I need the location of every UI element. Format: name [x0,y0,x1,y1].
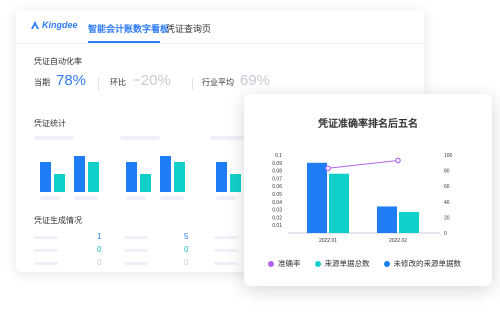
y-left-tick-label: 0.07 [272,176,282,182]
metric-mom-label: 环比 [110,78,126,87]
accuracy-point [395,157,401,164]
metric-mom: 环比 −20% [110,72,171,89]
placeholder-line [214,249,238,252]
legend-item-unmodified[interactable]: 未修改的来源单据数 [383,258,462,269]
y-left-tick-label: 0.1 [275,153,282,159]
x-tick-label: 2022.02 [389,238,407,244]
gen-value: 5 [184,232,189,241]
y-right-tick-label: 20 [444,215,450,221]
mini-bar [230,174,241,192]
metric-current: 当期 78% [34,72,86,89]
mini-bar [74,156,85,192]
gen-value: 0 [184,258,189,267]
y-left-tick-label: 0.09 [272,161,282,167]
y-left-tick-label: 0.04 [272,200,282,206]
y-left-tick-label: 0.08 [272,169,282,175]
mini-bar [54,174,65,192]
placeholder-line [124,236,148,239]
bar-total [399,211,419,233]
y-right-tick-label: 40 [444,200,450,206]
metric-industry: 行业平均 69% [202,72,270,89]
legend-label: 未修改的来源单据数 [393,259,462,268]
placeholder-line [120,136,160,140]
y-left-tick-label: 0.01 [272,223,282,229]
gen-value: 0 [97,258,102,267]
placeholder-line [124,249,148,252]
mini-chart [34,136,106,202]
metric-current-value: 78% [56,72,87,89]
y-right-tick-label: 80 [444,169,450,175]
y-right-tick-label: 100 [444,153,453,159]
mini-bar [126,162,137,192]
legend-label: 来源单据总数 [324,259,370,268]
placeholder-line [214,262,238,265]
logo-text: Kingdee [42,20,78,30]
legend-dot-icon [383,260,390,267]
placeholder-line [160,196,184,200]
placeholder-line [126,196,146,200]
metric-mom-value: −20% [132,72,171,89]
table-row: 0 0 [34,258,264,270]
y-left-tick-label: 0.02 [272,215,282,221]
mini-chart [120,136,192,202]
gen-value: 0 [184,245,189,254]
placeholder-line [40,196,60,200]
mini-bar [88,162,99,192]
kingdee-logo-icon [31,21,39,29]
legend-label: 准确率 [278,259,301,268]
table-row: 1 5 [34,232,264,244]
table-row: 0 0 [34,245,264,257]
legend-dot-icon [268,260,274,267]
ranking-chart: 0.1 0.09 0.080.07 0.06 0.05 0.04 0.030.02 0.01 1… [272,153,453,244]
y-left-tick-label: 0.05 [272,192,282,198]
ranking-chart-card: 凭证准确率排名后五名 0.1 0.09 0.08 0.07 0.06 0.05 0.04 0.… [244,94,492,286]
metric-industry-value: 69% [240,72,271,89]
legend-item-total[interactable]: 来源单据总数 [314,258,370,269]
placeholder-line [214,236,238,239]
legend-item-accuracy[interactable]: 准确率 [268,258,301,269]
y-left-tick-label: 0.03 [272,208,282,214]
accuracy-line [327,159,399,169]
top-nav: Kingdee 智能会计账数字看板 凭证查询页 [16,10,424,44]
gen-value: 0 [97,245,102,254]
chart-legend: 准确率 来源单据总数 未修改的来源单据数 [268,258,461,269]
mini-bar [174,162,185,192]
bar-unmodified [377,206,397,233]
metric-industry-label: 行业平均 [202,78,234,87]
legend-dot-icon [314,260,321,267]
logo: Kingdee [30,20,78,30]
placeholder-line [34,249,58,252]
y-right-tick-label: 60 [444,184,450,190]
tab-voucher-query[interactable]: 凭证查询页 [166,22,211,35]
accuracy-point [325,165,331,172]
y-right-tick-label: 0 [444,231,447,237]
bar-total [329,173,349,233]
generation-title: 凭证生成情况 [34,216,82,225]
gen-value: 1 [97,232,102,241]
mini-bar [160,156,171,192]
x-tick-label: 2022.01 [319,238,337,244]
bar-unmodified [307,162,327,233]
stats-title: 凭证统计 [34,119,66,128]
divider [192,78,193,90]
metric-current-label: 当期 [34,78,50,87]
divider [98,78,99,90]
mini-bar [140,174,151,192]
automation-title: 凭证自动化率 [34,57,82,66]
tab-dashboard[interactable]: 智能会计账数字看板 [88,22,169,35]
stage: Kingdee 智能会计账数字看板 凭证查询页 凭证自动化率 当期 78% 环比… [0,0,500,314]
placeholder-line [34,136,74,140]
y-left-tick-label: 0.06 [272,184,282,190]
active-tab-indicator [88,41,160,43]
placeholder-line [34,236,58,239]
placeholder-line [74,196,98,200]
placeholder-line [34,262,58,265]
placeholder-line [216,196,236,200]
mini-bar [40,162,51,192]
mini-bar [216,162,227,192]
placeholder-line [124,262,148,265]
